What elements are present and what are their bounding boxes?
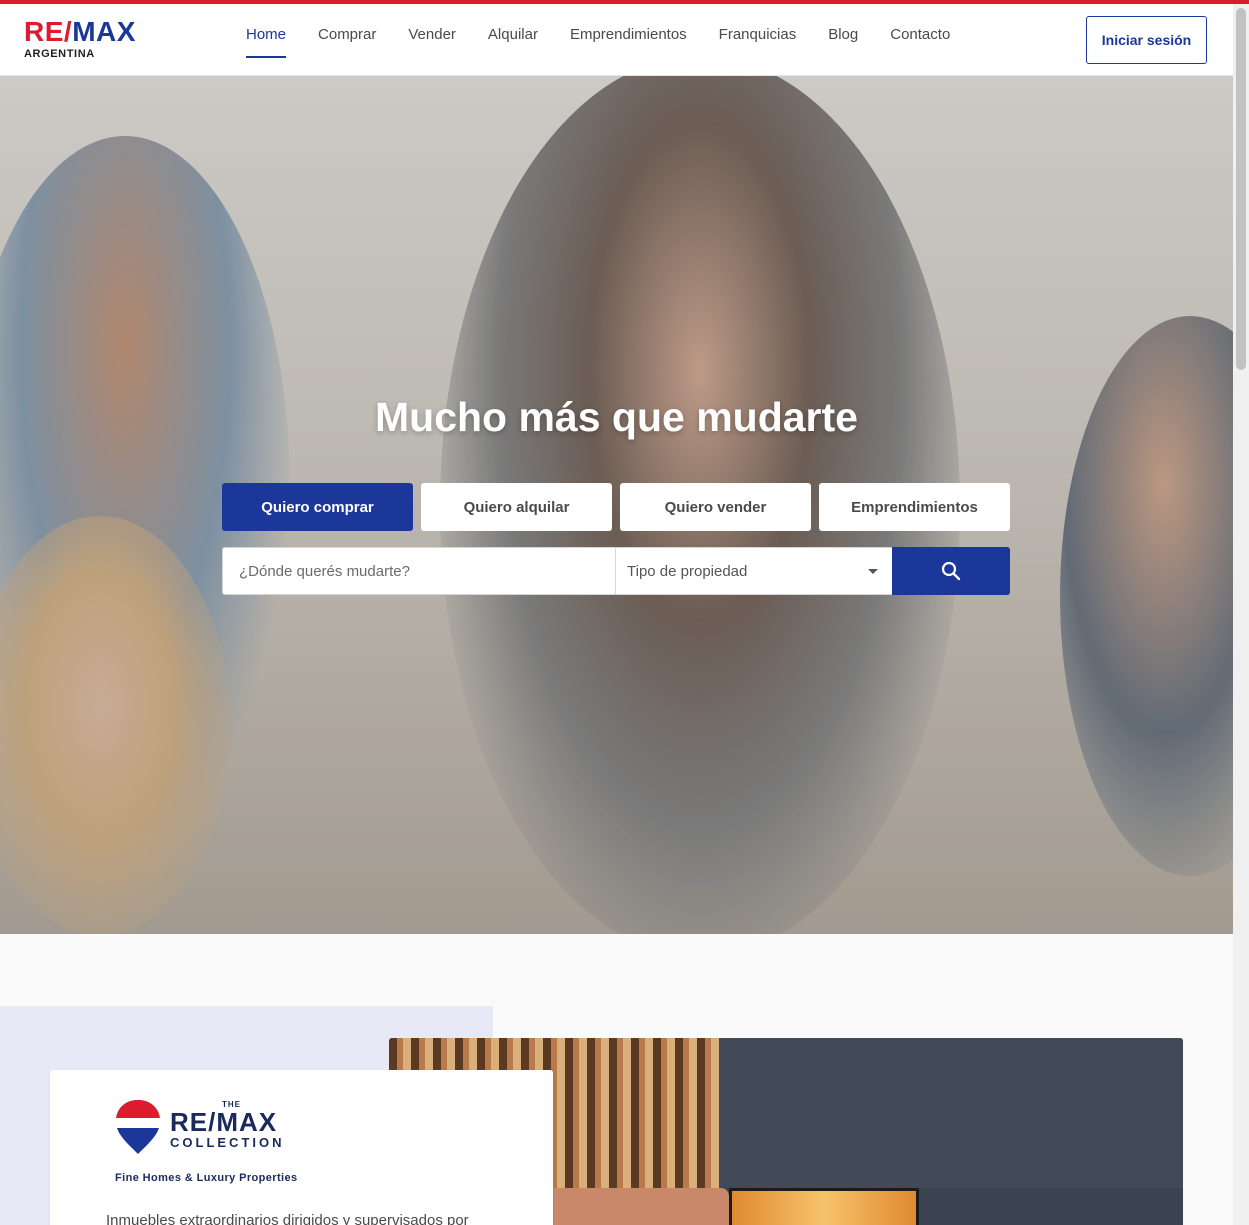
- logo-wordmark: RE/MAX: [24, 18, 154, 46]
- tab-emprendimientos[interactable]: Emprendimientos: [819, 483, 1010, 531]
- logo-max: MAX: [72, 16, 136, 47]
- collection-collection: COLLECTION: [170, 1135, 285, 1150]
- remax-logo[interactable]: RE/MAX ARGENTINA: [24, 18, 154, 64]
- main-nav: Home Comprar Vender Alquilar Emprendimie…: [230, 4, 966, 76]
- location-search-input[interactable]: [222, 547, 616, 595]
- nav-item-alquilar[interactable]: Alquilar: [472, 4, 554, 76]
- tab-quiero-comprar[interactable]: Quiero comprar: [222, 483, 413, 531]
- scrollbar-thumb[interactable]: [1236, 8, 1246, 370]
- nav-item-home[interactable]: Home: [230, 4, 302, 76]
- operation-tabs: Quiero comprar Quiero alquilar Quiero ve…: [222, 483, 1010, 531]
- nav-item-comprar[interactable]: Comprar: [302, 4, 392, 76]
- logo-re: RE/: [24, 16, 73, 47]
- page-scrollbar[interactable]: [1233, 4, 1249, 1225]
- search-icon: [941, 561, 961, 581]
- collection-wordmark: THE RE/MAX COLLECTION: [170, 1100, 285, 1150]
- collection-section: THE RE/MAX COLLECTION Fine Homes & Luxur…: [0, 934, 1233, 1225]
- collection-tagline: Fine Homes & Luxury Properties: [115, 1172, 298, 1184]
- nav-item-emprendimientos[interactable]: Emprendimientos: [554, 4, 703, 76]
- tab-quiero-alquilar[interactable]: Quiero alquilar: [421, 483, 612, 531]
- property-type-select[interactable]: Tipo de propiedad: [616, 547, 892, 595]
- room-wall: [719, 1038, 1183, 1188]
- hero-title: Mucho más que mudarte: [375, 394, 858, 440]
- collection-remax: RE/MAX: [170, 1107, 278, 1137]
- room-fireplace: [729, 1188, 919, 1225]
- login-button[interactable]: Iniciar sesión: [1086, 16, 1207, 64]
- nav-item-vender[interactable]: Vender: [392, 4, 472, 76]
- logo-subtitle: ARGENTINA: [24, 48, 95, 60]
- collection-description: Inmuebles extraordinarios dirigidos y su…: [106, 1212, 469, 1225]
- remax-balloon-icon: [116, 1100, 160, 1154]
- nav-item-contacto[interactable]: Contacto: [874, 4, 966, 76]
- hero-banner: Mucho más que mudarte Quiero comprar Qui…: [0, 76, 1233, 934]
- site-header: RE/MAX ARGENTINA Home Comprar Vender Alq…: [0, 4, 1233, 76]
- caret-down-icon: [868, 569, 878, 574]
- search-bar: Tipo de propiedad: [222, 547, 1010, 595]
- tab-quiero-vender[interactable]: Quiero vender: [620, 483, 811, 531]
- room-sofa: [549, 1188, 729, 1225]
- nav-item-franquicias[interactable]: Franquicias: [703, 4, 813, 76]
- remax-collection-card: THE RE/MAX COLLECTION Fine Homes & Luxur…: [50, 1070, 553, 1225]
- nav-item-blog[interactable]: Blog: [812, 4, 874, 76]
- property-type-label: Tipo de propiedad: [627, 562, 748, 580]
- search-button[interactable]: [892, 547, 1010, 595]
